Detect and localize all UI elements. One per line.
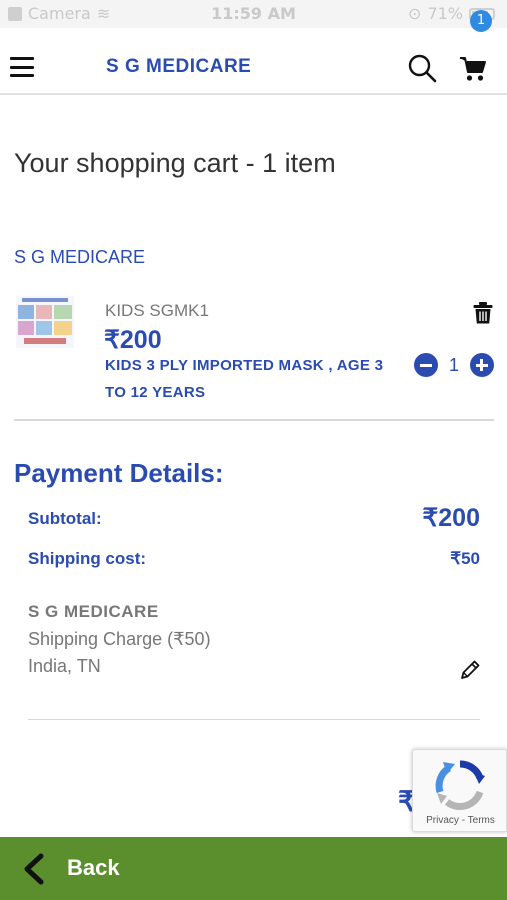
search-icon[interactable] — [407, 53, 437, 83]
shipping-cost-label: Shipping cost: — [28, 549, 147, 568]
shipping-location-line: India, TN — [28, 656, 101, 676]
menu-icon[interactable] — [10, 57, 34, 77]
product-description: KIDS 3 PLY IMPORTED MASK , AGE 3 TO 12 Y… — [105, 357, 384, 401]
seller-name[interactable]: S G MEDICARE — [14, 247, 145, 268]
back-label: Back — [67, 855, 120, 880]
cart-icon[interactable] — [459, 56, 487, 82]
increase-quantity-button[interactable] — [469, 353, 494, 377]
decrease-quantity-button[interactable] — [414, 353, 438, 377]
product-name[interactable]: KIDS SGMK1 — [105, 301, 209, 321]
shipping-address-name: S G MEDICARE — [28, 602, 159, 621]
divider — [14, 419, 494, 421]
shipping-cost-value: ₹50 — [450, 549, 480, 568]
back-button[interactable]: Back — [0, 837, 507, 900]
recaptcha-badge[interactable]: Privacy - Terms — [412, 749, 507, 832]
status-bar: Camera ≋ 11:59 AM ⊙ 71% — [0, 0, 507, 28]
shipping-charge-line: Shipping Charge (₹50) — [28, 629, 211, 649]
quantity-stepper: 1 — [414, 353, 494, 377]
recaptcha-icon — [435, 760, 485, 811]
recaptcha-links[interactable]: Privacy - Terms — [413, 815, 507, 826]
app-header: S G MEDICARE — [0, 28, 507, 95]
page-title: Your shopping cart - 1 item — [14, 148, 336, 178]
product-price: ₹200 — [104, 326, 162, 354]
rotation-lock-icon: ⊙ — [408, 4, 422, 23]
product-thumbnail[interactable] — [16, 296, 74, 348]
divider — [28, 719, 480, 720]
quantity-value: 1 — [448, 354, 459, 375]
payment-details-heading: Payment Details: — [14, 458, 224, 488]
cart-count-badge[interactable]: 1 — [470, 10, 492, 32]
subtotal-label: Subtotal: — [28, 509, 102, 528]
chevron-left-icon — [24, 853, 44, 885]
brand-title[interactable]: S G MEDICARE — [106, 56, 251, 78]
trash-icon[interactable] — [473, 302, 493, 324]
pencil-icon[interactable] — [459, 659, 481, 681]
subtotal-value: ₹200 — [422, 504, 480, 532]
battery-percent: 71% — [427, 4, 463, 23]
